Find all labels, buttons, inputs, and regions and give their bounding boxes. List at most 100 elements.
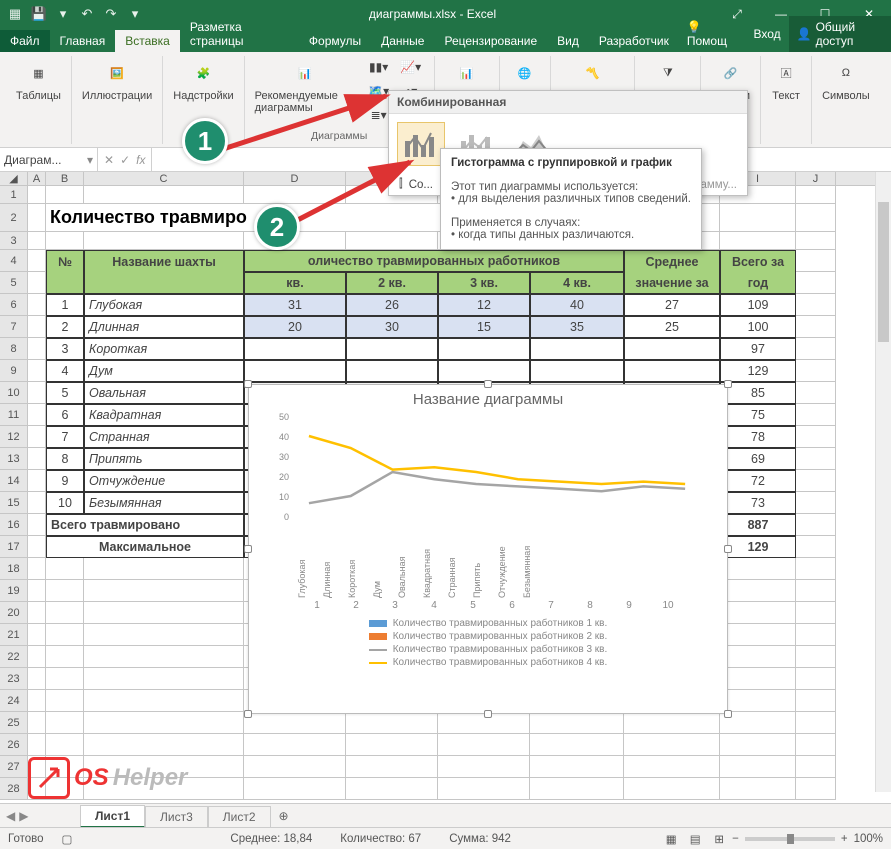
table-cell[interactable]: 75	[720, 404, 796, 426]
tell-me[interactable]: 💡 Помощ	[679, 16, 746, 52]
view-page-layout-icon[interactable]: ▤	[684, 831, 706, 847]
cancel-icon[interactable]: ✕	[104, 153, 114, 167]
tab-formulas[interactable]: Формулы	[299, 30, 371, 52]
row-header[interactable]: 19	[0, 580, 28, 602]
col-header[interactable]: B	[46, 172, 84, 185]
illustrations-button[interactable]: 🖼️Иллюстрации	[80, 56, 154, 104]
table-cell[interactable]: 10	[46, 492, 84, 514]
col-header[interactable]: A	[28, 172, 46, 185]
resize-handle[interactable]	[724, 710, 732, 718]
line-chart-icon[interactable]: 📈▾	[396, 56, 426, 78]
row-header[interactable]: 8	[0, 338, 28, 360]
sheet-tab[interactable]: Лист2	[208, 806, 271, 827]
table-cell[interactable]: 31	[244, 294, 346, 316]
table-cell[interactable]	[346, 338, 438, 360]
resize-handle[interactable]	[484, 380, 492, 388]
resize-handle[interactable]	[484, 710, 492, 718]
resize-handle[interactable]	[724, 380, 732, 388]
row-header[interactable]: 21	[0, 624, 28, 646]
zoom-value[interactable]: 100%	[854, 833, 883, 845]
row-header[interactable]: 26	[0, 734, 28, 756]
table-cell[interactable]: 9	[46, 470, 84, 492]
macro-record-icon[interactable]: ▢	[62, 832, 73, 846]
column-chart-icon[interactable]: ▮▮▾	[364, 56, 394, 78]
table-cell[interactable]: 100	[720, 316, 796, 338]
save-icon[interactable]: 💾	[30, 5, 48, 23]
table-cell[interactable]: 6	[46, 404, 84, 426]
table-cell[interactable]: 25	[624, 316, 720, 338]
table-cell[interactable]	[346, 360, 438, 382]
table-cell[interactable]: 1	[46, 294, 84, 316]
zoom-out-icon[interactable]: −	[732, 833, 739, 845]
table-cell[interactable]: Дум	[84, 360, 244, 382]
view-page-break-icon[interactable]: ⊞	[708, 831, 730, 847]
table-cell[interactable]: 2	[46, 316, 84, 338]
table-cell[interactable]: Овальная	[84, 382, 244, 404]
table-cell[interactable]: 72	[720, 470, 796, 492]
row-header[interactable]: 25	[0, 712, 28, 734]
tab-data[interactable]: Данные	[371, 30, 434, 52]
zoom-control[interactable]: − + 100%	[732, 833, 883, 845]
table-cell[interactable]	[624, 360, 720, 382]
row-header[interactable]: 15	[0, 492, 28, 514]
chevron-down-icon[interactable]: ▾	[126, 5, 144, 23]
chart-title[interactable]: Название диаграммы	[249, 385, 727, 412]
table-cell[interactable]: 129	[720, 360, 796, 382]
select-all-cell[interactable]: ◢	[0, 172, 28, 185]
sheet-tab[interactable]: Лист1	[80, 805, 145, 828]
col-header[interactable]: J	[796, 172, 836, 185]
table-cell[interactable]: 20	[244, 316, 346, 338]
resize-handle[interactable]	[724, 545, 732, 553]
vertical-scrollbar[interactable]	[875, 172, 891, 792]
text-button[interactable]: 🄰Текст	[769, 56, 803, 104]
embedded-chart[interactable]: Название диаграммы 50403020100 ГлубокаяД…	[248, 384, 728, 714]
name-box[interactable]: Диаграм...▾	[0, 148, 98, 171]
table-cell[interactable]: 7	[46, 426, 84, 448]
table-cell[interactable]: 5	[46, 382, 84, 404]
tab-page-layout[interactable]: Разметка страницы	[180, 16, 299, 52]
undo-icon[interactable]: ↶	[78, 5, 96, 23]
view-normal-icon[interactable]: ▦	[660, 831, 682, 847]
tab-home[interactable]: Главная	[50, 30, 116, 52]
table-cell[interactable]	[244, 360, 346, 382]
row-header[interactable]: 5	[0, 272, 28, 294]
table-cell[interactable]: 78	[720, 426, 796, 448]
row-header[interactable]: 9	[0, 360, 28, 382]
chart-plot-area[interactable]: 50403020100	[295, 412, 713, 532]
chevron-down-icon[interactable]: ▾	[54, 5, 72, 23]
row-header[interactable]: 23	[0, 668, 28, 690]
row-header[interactable]: 11	[0, 404, 28, 426]
table-cell[interactable]: Отчуждение	[84, 470, 244, 492]
table-cell[interactable]: 12	[438, 294, 530, 316]
table-cell[interactable]: 97	[720, 338, 796, 360]
table-cell[interactable]	[624, 338, 720, 360]
table-cell[interactable]: Квадратная	[84, 404, 244, 426]
table-cell[interactable]	[530, 338, 624, 360]
enter-icon[interactable]: ✓	[120, 153, 130, 167]
table-cell[interactable]: 15	[438, 316, 530, 338]
row-header[interactable]: 6	[0, 294, 28, 316]
tables-button[interactable]: ▦Таблицы	[14, 56, 63, 104]
tab-nav-prev[interactable]: ◀	[6, 809, 15, 823]
table-cell[interactable]: 73	[720, 492, 796, 514]
row-header[interactable]: 1	[0, 186, 28, 204]
table-cell[interactable]: 35	[530, 316, 624, 338]
row-header[interactable]: 10	[0, 382, 28, 404]
share-button[interactable]: 👤 Общий доступ	[789, 16, 891, 52]
tab-developer[interactable]: Разработчик	[589, 30, 679, 52]
chart-legend[interactable]: Количество травмированных работников 1 к…	[249, 617, 727, 669]
table-cell[interactable]: 69	[720, 448, 796, 470]
table-cell[interactable]: 8	[46, 448, 84, 470]
row-header[interactable]: 14	[0, 470, 28, 492]
row-header[interactable]: 27	[0, 756, 28, 778]
table-cell[interactable]	[244, 338, 346, 360]
col-header[interactable]: C	[84, 172, 244, 185]
row-header[interactable]: 28	[0, 778, 28, 800]
table-cell[interactable]: Припять	[84, 448, 244, 470]
table-cell[interactable]	[438, 338, 530, 360]
tab-nav-next[interactable]: ▶	[19, 809, 28, 823]
table-cell[interactable]: 26	[346, 294, 438, 316]
table-cell[interactable]: Безымянная	[84, 492, 244, 514]
table-cell[interactable]: 40	[530, 294, 624, 316]
worksheet[interactable]: ◢ A B C D E F G H I J 1 2Количество трав…	[0, 172, 891, 792]
